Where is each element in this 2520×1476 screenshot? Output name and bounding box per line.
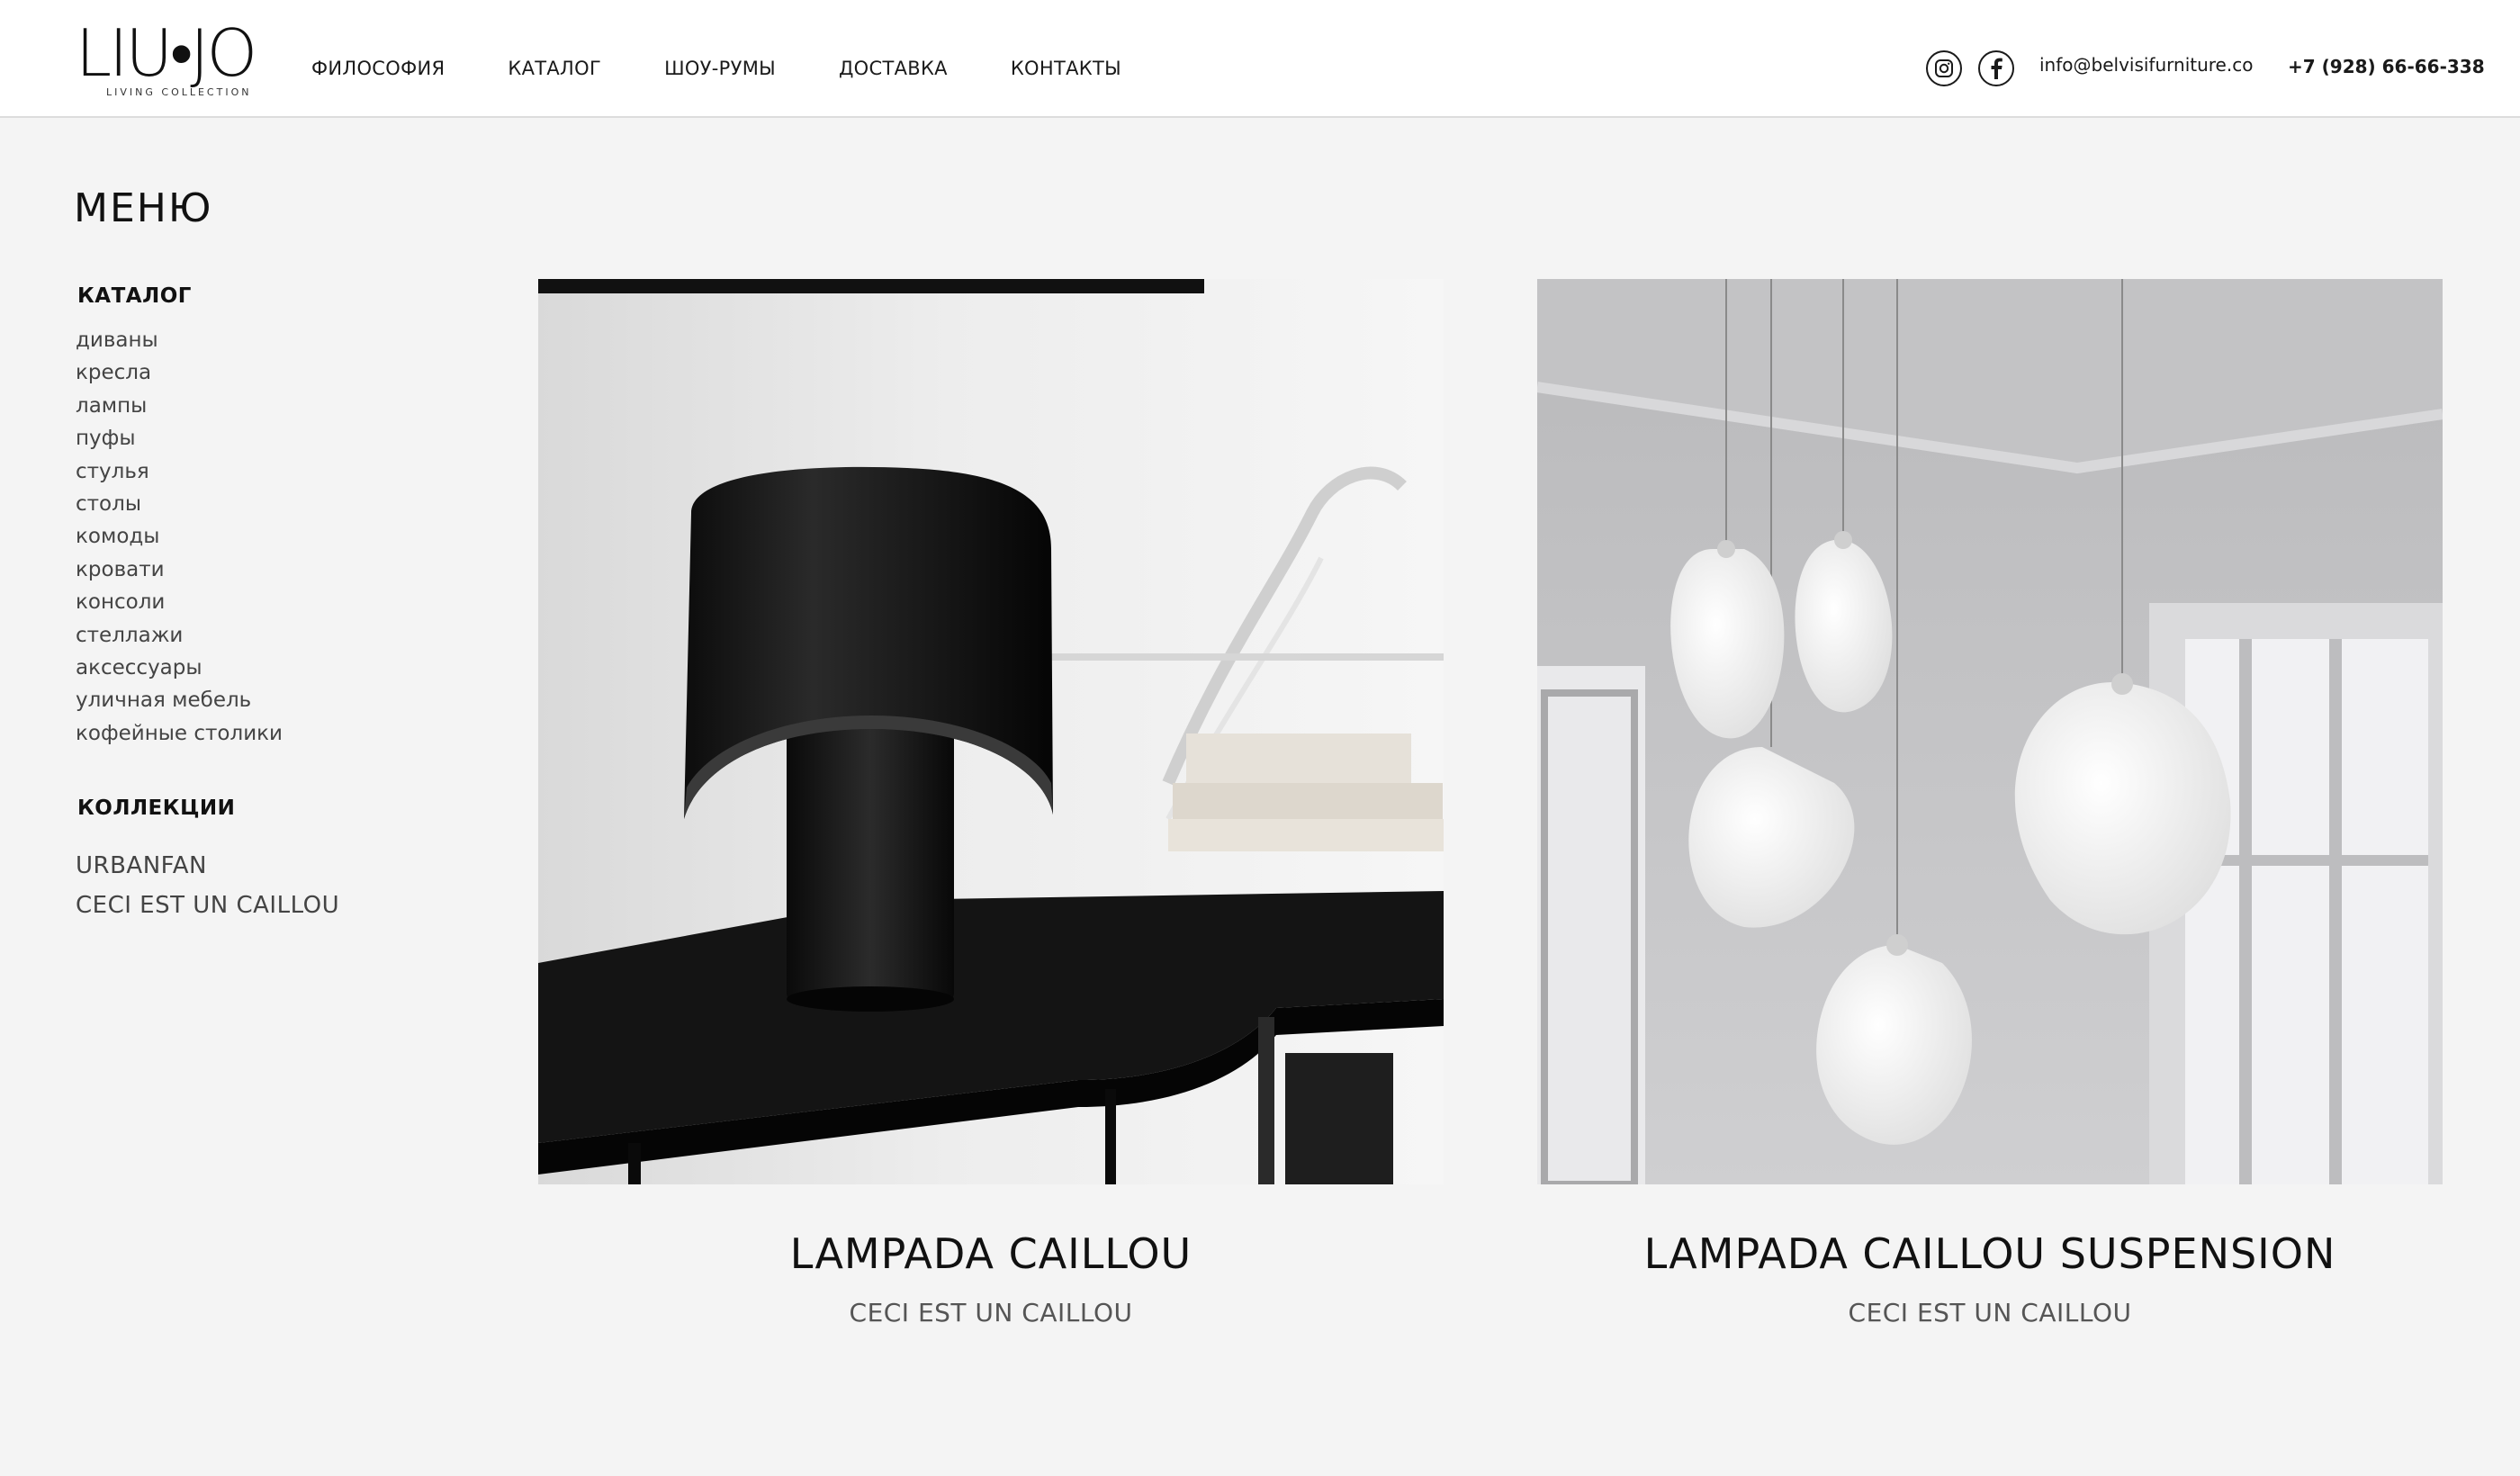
product-card[interactable]: LAMPADA CAILLOU SUSPENSION CECI EST UN C… [1537,279,2443,1328]
nav-philosophy[interactable]: ФИЛОСОФИЯ [311,56,445,81]
main-nav: ФИЛОСОФИЯ КАТАЛОГ ШОУ-РУМЫ ДОСТАВКА КОНТ… [311,56,1121,81]
nav-contacts[interactable]: КОНТАКТЫ [1011,56,1121,81]
logo-subtitle: LIVING COLLECTION [106,86,252,98]
product-card[interactable]: LAMPADA CAILLOU CECI EST UN CAILLOU [538,279,1444,1328]
catalog-item-tables[interactable]: столы [76,492,141,516]
collection-item-urbanfan[interactable]: URBANFAN [76,852,207,879]
product-collection: CECI EST UN CAILLOU [1848,1298,2132,1328]
collections-section-title[interactable]: КОЛЛЕКЦИИ [77,796,235,820]
catalog-list: диваны кресла лампы пуфы стулья столы ко… [76,324,283,750]
catalog-item-chairs[interactable]: стулья [76,460,149,483]
product-name[interactable]: LAMPADA CAILLOU SUSPENSION [1537,1229,2443,1278]
nav-catalog[interactable]: КАТАЛОГ [508,56,601,81]
instagram-icon[interactable] [1926,50,1962,86]
catalog-section-title[interactable]: КАТАЛОГ [77,284,192,308]
catalog-item-sofas[interactable]: диваны [76,328,158,352]
contact-email-link[interactable]: info@belvisifurniture.co [2039,54,2253,76]
product-collection: CECI EST UN CAILLOU [849,1298,1133,1328]
nav-showrooms[interactable]: ШОУ-РУМЫ [664,56,776,81]
catalog-item-outdoor[interactable]: уличная мебель [76,688,251,712]
menu-title: МЕНЮ [74,185,213,231]
product-name[interactable]: LAMPADA CAILLOU [538,1229,1444,1278]
facebook-icon[interactable] [1978,50,2014,86]
catalog-item-consoles[interactable]: консоли [76,590,165,614]
site-header: LIU•JO LIVING COLLECTION ФИЛОСОФИЯ КАТАЛ… [0,0,2520,118]
catalog-item-coffee-tables[interactable]: кофейные столики [76,722,283,745]
catalog-item-beds[interactable]: кровати [76,558,165,581]
catalog-item-shelves[interactable]: стеллажи [76,624,183,647]
catalog-item-poufs[interactable]: пуфы [76,427,135,450]
catalog-item-armchairs[interactable]: кресла [76,361,151,384]
product-image-suspension-lamp[interactable] [1537,279,2443,1184]
catalog-item-chests[interactable]: комоды [76,525,159,548]
collection-item-ceci-est-un-caillou[interactable]: CECI EST UN CAILLOU [76,892,339,919]
logo[interactable]: LIU•JO LIVING COLLECTION [76,18,265,101]
collections-list: URBANFAN CECI EST UN CAILLOU [76,848,339,927]
catalog-item-accessories[interactable]: аксессуары [76,656,202,680]
contact-phone-link[interactable]: +7 (928) 66-66-338 [2288,56,2485,77]
logo-wordmark: LIU•JO [76,15,257,91]
product-image-table-lamp[interactable] [538,279,1444,1184]
catalog-item-lamps[interactable]: лампы [76,394,147,418]
nav-delivery[interactable]: ДОСТАВКА [839,56,948,81]
